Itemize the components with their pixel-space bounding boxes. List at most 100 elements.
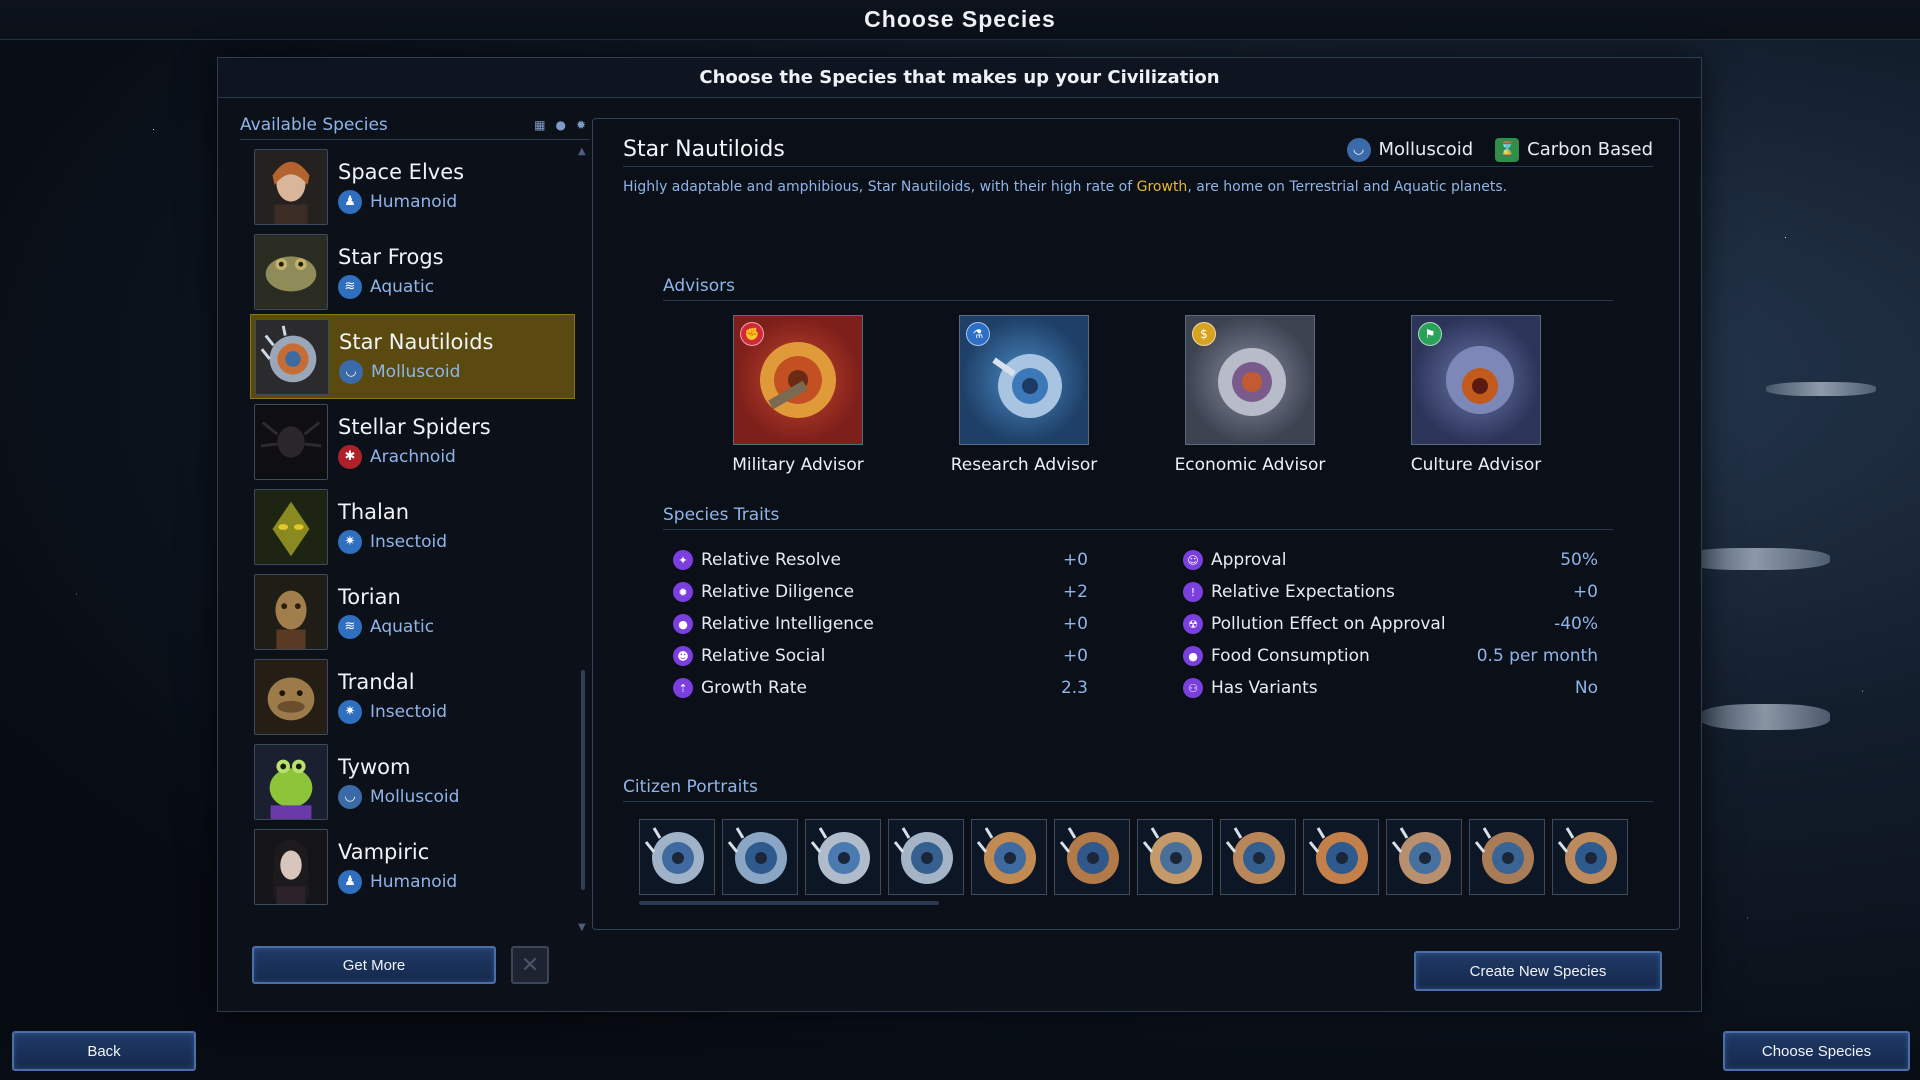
- citizen-portrait[interactable]: [1303, 819, 1379, 895]
- species-list-title: Available Species: [240, 114, 388, 135]
- aquatic-icon: ≋: [338, 614, 362, 639]
- advisor-portrait[interactable]: $: [1185, 315, 1315, 445]
- background-ship: [1680, 548, 1830, 570]
- chevron-up-icon[interactable]: ▲: [578, 146, 586, 157]
- citizen-portrait[interactable]: [1137, 819, 1213, 895]
- species-name: Trandal: [338, 669, 415, 694]
- species-class-tag: ◡ Molluscoid: [1346, 137, 1474, 162]
- species-item-thalan[interactable]: Thalan ✷ Insectoid: [250, 484, 575, 569]
- species-name: Space Elves: [338, 159, 465, 184]
- military-advisor[interactable]: ✊ Military Advisor: [713, 315, 883, 475]
- advisor-label: Military Advisor: [732, 455, 864, 475]
- economic-icon: $: [1192, 322, 1216, 346]
- advisor-portrait[interactable]: ⚗: [959, 315, 1089, 445]
- person-icon[interactable]: ●: [555, 118, 565, 132]
- citizen-portrait[interactable]: [639, 819, 715, 895]
- species-item-star-nautiloids[interactable]: Star Nautiloids ◡ Molluscoid: [250, 314, 575, 399]
- culture-advisor[interactable]: ⚑ Culture Advisor: [1391, 315, 1561, 475]
- citizen-portrait[interactable]: [805, 819, 881, 895]
- social-icon: ☻: [673, 646, 693, 666]
- species-name: Stellar Spiders: [338, 414, 491, 439]
- species-type: Humanoid: [370, 191, 458, 212]
- traits-column-right: ☺ Approval 50% ! Relative Expectations +0 ☢ P…: [1183, 544, 1598, 704]
- citizen-portrait[interactable]: [971, 819, 1047, 895]
- background-ship: [1700, 704, 1830, 730]
- citizen-portrait[interactable]: [1220, 819, 1296, 895]
- trait-label: Has Variants: [1211, 678, 1318, 698]
- species-portrait: [254, 403, 328, 480]
- food-icon: ●: [1183, 646, 1203, 666]
- trait-label: Relative Intelligence: [701, 614, 874, 634]
- scroll-thumb[interactable]: [581, 670, 585, 890]
- humanoid-icon: ♟: [338, 869, 362, 894]
- aquatic-icon: ≋: [338, 274, 362, 299]
- trait-value: 2.3: [1060, 678, 1088, 698]
- growth-highlight[interactable]: Growth: [1137, 179, 1188, 195]
- species-item-torian[interactable]: Torian ≋ Aquatic: [250, 569, 575, 654]
- expectations-icon: !: [1183, 582, 1203, 602]
- trait-value: +0: [1062, 550, 1088, 570]
- species-list[interactable]: Space Elves ♟ Humanoid Star Frogs ≋ Aqua…: [250, 144, 575, 924]
- species-name: Thalan: [338, 499, 410, 524]
- trait-value: +2: [1062, 582, 1088, 602]
- trait-row[interactable]: ⚇ Has Variants No: [1183, 672, 1598, 704]
- trait-value: +0: [1572, 582, 1598, 602]
- species-name: Vampiric: [338, 839, 430, 864]
- intelligence-icon: ●: [673, 614, 693, 634]
- citizen-portrait[interactable]: [1386, 819, 1462, 895]
- tag-label: Molluscoid: [1378, 139, 1474, 160]
- species-item-vampiric[interactable]: Vampiric ♟ Humanoid: [250, 824, 575, 909]
- chevron-down-icon[interactable]: ▼: [578, 922, 586, 933]
- trait-row[interactable]: ⇡ Growth Rate 2.3: [673, 672, 1088, 704]
- trait-label: Relative Diligence: [701, 582, 855, 602]
- species-item-space-elves[interactable]: Space Elves ♟ Humanoid: [250, 144, 575, 229]
- selected-species-name: Star Nautiloids: [623, 137, 785, 162]
- create-new-species-button[interactable]: Create New Species: [1414, 951, 1662, 991]
- choose-species-button[interactable]: Choose Species: [1723, 1031, 1910, 1071]
- citizen-portraits-row[interactable]: [639, 819, 1649, 899]
- trait-row[interactable]: ☺ Approval 50%: [1183, 544, 1598, 576]
- citizen-portrait[interactable]: [1552, 819, 1628, 895]
- citizen-portrait[interactable]: [1054, 819, 1130, 895]
- citizen-portraits-scrollbar[interactable]: [639, 901, 939, 905]
- species-item-tywom[interactable]: Tywom ◡ Molluscoid: [250, 739, 575, 824]
- carbon-based-icon: ⌛: [1495, 137, 1520, 162]
- resolve-icon: ✦: [673, 550, 693, 570]
- window-subtitle: Choose the Species that makes up your Ci…: [218, 58, 1701, 98]
- trait-row[interactable]: ! Relative Expectations +0: [1183, 576, 1598, 608]
- trait-row[interactable]: ✦ Relative Resolve +0: [673, 544, 1088, 576]
- trait-row[interactable]: ✹ Relative Diligence +2: [673, 576, 1088, 608]
- trait-value: +0: [1062, 614, 1088, 634]
- trait-row[interactable]: ☻ Relative Social +0: [673, 640, 1088, 672]
- advisor-label: Research Advisor: [950, 455, 1098, 475]
- trait-row[interactable]: ● Food Consumption 0.5 per month: [1183, 640, 1598, 672]
- gear-icon[interactable]: ✹: [576, 118, 586, 132]
- grid-icon[interactable]: ▦: [534, 118, 545, 132]
- species-type: Molluscoid: [370, 786, 460, 807]
- citizen-portrait[interactable]: [1469, 819, 1545, 895]
- molluscoid-icon: ◡: [338, 784, 362, 809]
- back-button[interactable]: Back: [12, 1031, 196, 1071]
- citizen-portrait[interactable]: [722, 819, 798, 895]
- arachnoid-icon: ✱: [338, 444, 362, 469]
- advisor-portrait[interactable]: ⚑: [1411, 315, 1541, 445]
- species-name: Tywom: [338, 754, 411, 779]
- trait-row[interactable]: ☢ Pollution Effect on Approval -40%: [1183, 608, 1598, 640]
- citizen-portrait[interactable]: [888, 819, 964, 895]
- trait-label: Relative Expectations: [1211, 582, 1395, 602]
- trait-row[interactable]: ● Relative Intelligence +0: [673, 608, 1088, 640]
- citizen-portraits-title: Citizen Portraits: [623, 777, 1653, 802]
- advisors-row: ✊ Military Advisor ⚗ Research Advisor $ …: [713, 315, 1613, 485]
- species-item-stellar-spiders[interactable]: Stellar Spiders ✱ Arachnoid: [250, 399, 575, 484]
- advisor-portrait[interactable]: ✊: [733, 315, 863, 445]
- humanoid-icon: ♟: [338, 189, 362, 214]
- pollution-icon: ☢: [1183, 614, 1203, 634]
- get-more-button[interactable]: Get More: [252, 946, 496, 984]
- species-item-star-frogs[interactable]: Star Frogs ≋ Aquatic: [250, 229, 575, 314]
- trait-label: Relative Social: [701, 646, 826, 666]
- species-item-trandal[interactable]: Trandal ✷ Insectoid: [250, 654, 575, 739]
- species-list-scrollbar[interactable]: ▲ ▼: [578, 146, 586, 933]
- close-icon[interactable]: ✕: [511, 946, 549, 984]
- economic-advisor[interactable]: $ Economic Advisor: [1165, 315, 1335, 475]
- research-advisor[interactable]: ⚗ Research Advisor: [939, 315, 1109, 475]
